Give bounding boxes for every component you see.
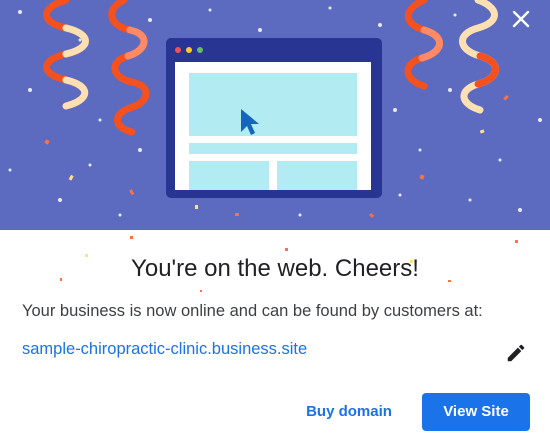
buy-domain-button[interactable]: Buy domain <box>292 393 406 431</box>
site-url-link[interactable]: sample-chiropractic-clinic.business.site <box>22 340 307 359</box>
dialog-title: You're on the web. Cheers! <box>131 255 419 282</box>
pencil-icon <box>507 344 525 362</box>
celebration-illustration <box>0 0 550 230</box>
view-site-button[interactable]: View Site <box>422 393 530 431</box>
close-icon <box>512 10 530 28</box>
close-button[interactable] <box>512 10 536 34</box>
publish-success-dialog: You're on the web. Cheers! Your business… <box>0 0 550 448</box>
dialog-message: Your business is now online and can be f… <box>22 302 483 320</box>
edit-url-button[interactable] <box>503 340 529 366</box>
browser-window-illustration <box>166 38 382 198</box>
confetti-background <box>8 0 542 218</box>
